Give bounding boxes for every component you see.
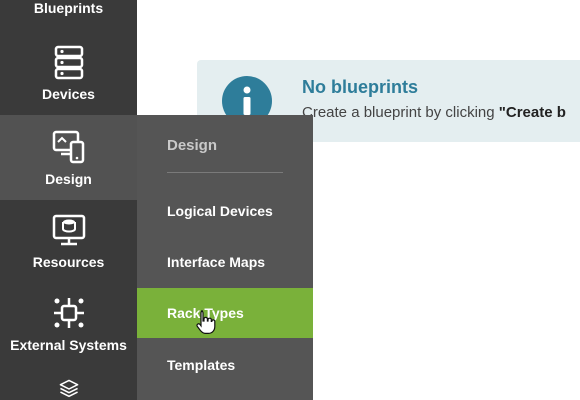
banner-text-prefix: Create a blueprint by clicking bbox=[302, 104, 499, 121]
sidebar-item-external-systems[interactable]: External Systems bbox=[0, 285, 137, 370]
sidebar-item-blueprints[interactable]: Blueprints bbox=[0, 0, 137, 30]
hand-pointer-icon bbox=[196, 310, 216, 334]
sidebar-item-label: Resources bbox=[32, 254, 105, 270]
sidebar-item-label: Devices bbox=[42, 86, 95, 102]
flyout-header: Design bbox=[167, 137, 218, 154]
flyout-item-rack-types[interactable]: Rack Types bbox=[137, 288, 313, 338]
layers-icon bbox=[59, 379, 78, 398]
flyout-divider bbox=[167, 172, 283, 173]
sidebar-item-devices[interactable]: Devices bbox=[0, 30, 137, 115]
sidebar-item-design[interactable]: Design bbox=[0, 115, 137, 200]
sidebar-item-label: Blueprints bbox=[33, 0, 104, 16]
flyout-item-interface-maps[interactable]: Interface Maps bbox=[137, 237, 313, 287]
sidebar-item-resources[interactable]: Resources bbox=[0, 200, 137, 285]
sidebar-item-label: Design bbox=[45, 171, 92, 187]
sidebar-item-label: External Systems bbox=[10, 337, 127, 353]
external-systems-icon bbox=[53, 298, 84, 328]
flyout-item-templates[interactable]: Templates bbox=[137, 340, 313, 390]
banner-text: Create a blueprint by clicking "Create b bbox=[302, 104, 566, 121]
sidebar: Blueprints Devices Design Resources Exte… bbox=[0, 0, 137, 400]
banner-title: No blueprints bbox=[302, 77, 418, 97]
flyout-item-logical-devices[interactable]: Logical Devices bbox=[137, 186, 313, 236]
resources-monitor-icon bbox=[52, 214, 85, 246]
design-devices-icon bbox=[52, 130, 84, 164]
design-flyout-menu: Design Logical Devices Interface Maps Ra… bbox=[137, 115, 313, 400]
banner-text-emphasis: "Create b bbox=[498, 104, 566, 121]
server-rack-icon bbox=[54, 45, 83, 80]
sidebar-item-layers[interactable] bbox=[0, 370, 137, 400]
